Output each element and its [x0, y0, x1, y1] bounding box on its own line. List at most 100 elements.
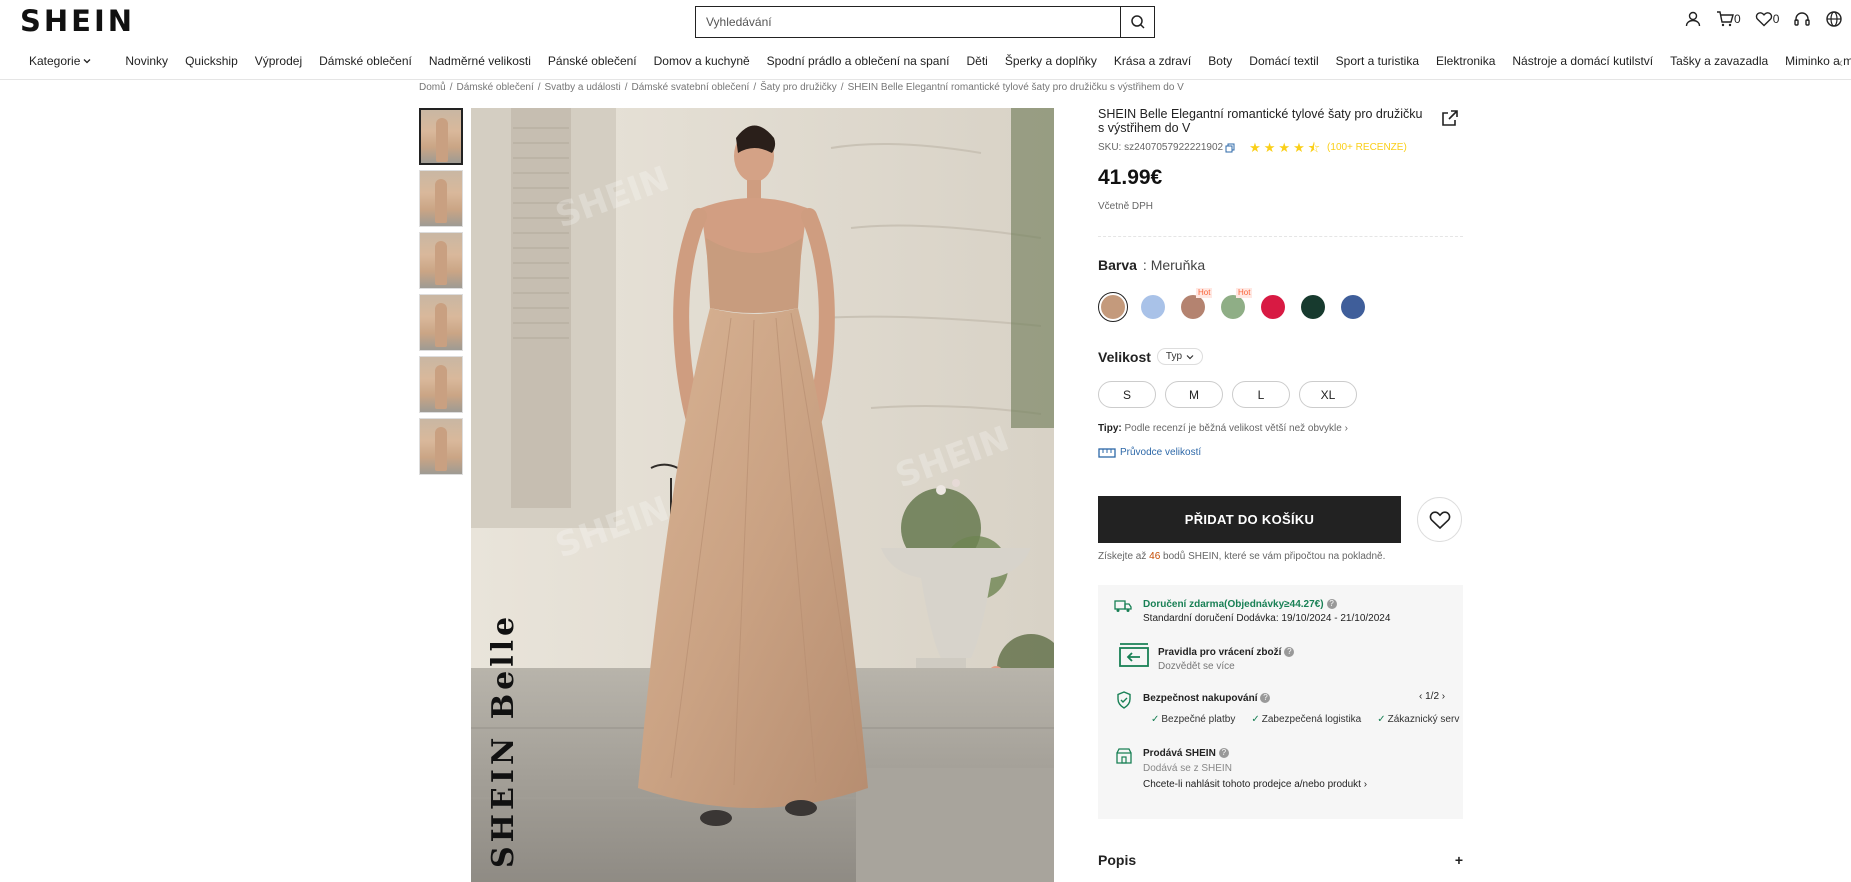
shein-logo[interactable]: SHEIN: [20, 4, 135, 38]
thumbnail[interactable]: [419, 232, 463, 289]
check-icon: ✓: [1151, 714, 1160, 725]
add-to-wishlist-button[interactable]: [1417, 497, 1462, 542]
nav-item[interactable]: Domov a kuchyně: [654, 54, 750, 68]
return-row[interactable]: Pravidla pro vrácení zboží? Dozvědět se …: [1116, 642, 1295, 672]
support-button[interactable]: [1793, 10, 1811, 28]
nav-item[interactable]: Dámské oblečení: [319, 54, 412, 68]
heart-icon: [1755, 12, 1772, 27]
swatch-color: [1141, 295, 1165, 319]
hot-badge: Hot: [1196, 288, 1213, 298]
thumbnail-figure: [436, 118, 448, 162]
main-product-image[interactable]: SHEIN SHEIN SHEIN SHEIN Belle: [471, 108, 1054, 882]
nav-item[interactable]: Pánské oblečení: [548, 54, 637, 68]
breadcrumb-separator: /: [537, 82, 541, 93]
size-guide-link[interactable]: Průvodce velikostí: [1098, 447, 1201, 458]
color-swatch[interactable]: [1138, 292, 1168, 322]
nav-categories[interactable]: Kategorie: [29, 54, 108, 68]
color-swatch[interactable]: [1338, 292, 1368, 322]
chevron-right-icon[interactable]: ›: [1345, 423, 1348, 434]
nav-item[interactable]: Děti: [966, 54, 987, 68]
nav-item[interactable]: Šperky a doplňky: [1005, 54, 1097, 68]
nav-scroll-left-icon[interactable]: ‹: [1838, 54, 1843, 70]
return-sub: Dozvědět se více: [1158, 661, 1235, 672]
breadcrumb-item[interactable]: SHEIN Belle Elegantní romantické tylové …: [848, 82, 1184, 93]
report-seller-link[interactable]: Chcete-li nahlásit tohoto prodejce a/neb…: [1143, 779, 1367, 790]
header-icons: 0 0: [1684, 10, 1851, 28]
nav-item[interactable]: Elektronika: [1436, 54, 1495, 68]
breadcrumb-separator: /: [753, 82, 757, 93]
add-to-cart-button[interactable]: PŘIDAT DO KOŠÍKU: [1098, 496, 1401, 543]
language-button[interactable]: [1825, 10, 1843, 28]
size-option[interactable]: XL: [1299, 381, 1357, 408]
nav-item[interactable]: Novinky: [125, 54, 168, 68]
nav-item[interactable]: Sport a turistika: [1336, 54, 1419, 68]
thumbnail-figure: [435, 303, 447, 347]
breadcrumb-item[interactable]: Dámské oblečení: [456, 82, 533, 93]
wishlist-button[interactable]: 0: [1755, 10, 1779, 28]
heart-icon: [1429, 510, 1450, 529]
nav-item[interactable]: Nadměrné velikosti: [429, 54, 531, 68]
chevron-down-icon: [1186, 354, 1194, 359]
size-option[interactable]: S: [1098, 381, 1156, 408]
thumbnail[interactable]: [419, 170, 463, 227]
expand-icon[interactable]: +: [1455, 852, 1463, 868]
seller-title: Prodává SHEIN: [1143, 748, 1216, 759]
help-icon[interactable]: ?: [1326, 599, 1337, 610]
breadcrumb-item[interactable]: Domů: [419, 82, 446, 93]
nav-items: Kategorie Novinky Quickship Výprodej Dámské …: [29, 54, 1851, 68]
svg-text:SHEIN Belle: SHEIN Belle: [486, 613, 521, 868]
shipping-info-panel: Doručení zdarma(Objednávky≥44.27€)? Stan…: [1098, 585, 1463, 819]
nav-item[interactable]: Výprodej: [255, 54, 302, 68]
share-button[interactable]: [1442, 110, 1458, 131]
search-input[interactable]: [696, 7, 1120, 37]
nav-item[interactable]: Krása a zdraví: [1114, 54, 1191, 68]
description-section[interactable]: Popis +: [1098, 852, 1463, 868]
thumbnail[interactable]: [419, 108, 463, 165]
size-option[interactable]: L: [1232, 381, 1290, 408]
security-item: ✓ Zákaznický serv: [1377, 714, 1463, 725]
help-icon[interactable]: ?: [1260, 693, 1271, 704]
security-item-label: Zákaznický serv: [1387, 714, 1460, 725]
shipping-row[interactable]: Doručení zdarma(Objednávky≥44.27€)? Stan…: [1114, 599, 1390, 624]
help-icon[interactable]: ?: [1218, 748, 1229, 759]
account-button[interactable]: [1684, 10, 1702, 28]
breadcrumb-item[interactable]: Svatby a události: [545, 82, 621, 93]
breadcrumb-item[interactable]: Dámské svatební oblečení: [631, 82, 749, 93]
color-swatch[interactable]: [1298, 292, 1328, 322]
size-label: Velikost: [1098, 348, 1151, 365]
color-swatch[interactable]: [1098, 292, 1128, 322]
color-swatch[interactable]: Hot: [1218, 288, 1253, 322]
thumbnail[interactable]: [419, 418, 463, 475]
security-items: ✓ Bezpečné platby ✓ Zabezpečená logistika ✓ Z…: [1151, 714, 1463, 725]
header: SHEIN 0 0: [0, 0, 1851, 42]
color-swatch[interactable]: [1258, 292, 1288, 322]
security-pager[interactable]: ‹ 1/2 ›: [1419, 691, 1445, 702]
review-count-link[interactable]: (100+ RECENZE): [1327, 142, 1407, 153]
points-post: bodů SHEIN, které se vám připočtou na po…: [1163, 551, 1386, 562]
security-title: Bezpečnost nakupování: [1143, 693, 1258, 704]
size-type-dropdown[interactable]: Typ: [1156, 348, 1204, 365]
thumbnail-figure: [435, 241, 447, 285]
nav-item[interactable]: Nástroje a domácí kutilství: [1512, 54, 1653, 68]
truck-icon: [1114, 600, 1132, 612]
breadcrumb-item[interactable]: Šaty pro družičky: [760, 82, 837, 93]
star-icon: ★: [1249, 140, 1261, 155]
nav-item[interactable]: Domácí textil: [1249, 54, 1318, 68]
color-swatch[interactable]: Hot: [1178, 288, 1213, 322]
size-option[interactable]: M: [1165, 381, 1223, 408]
color-row: Barva: Meruňka: [1098, 257, 1205, 273]
star-icon: ★: [1293, 140, 1305, 155]
cart-button[interactable]: 0: [1716, 10, 1741, 28]
nav-item[interactable]: Quickship: [185, 54, 238, 68]
nav-item[interactable]: Tašky a zavazadla: [1670, 54, 1768, 68]
search-button[interactable]: [1120, 7, 1154, 37]
help-icon[interactable]: ?: [1284, 647, 1295, 658]
nav-item[interactable]: Boty: [1208, 54, 1232, 68]
report-text: Chcete-li nahlásit tohoto prodejce a/neb…: [1143, 779, 1361, 790]
security-item: ✓ Bezpečné platby: [1151, 714, 1243, 725]
nav-item[interactable]: Spodní prádlo a oblečení na spaní: [767, 54, 950, 68]
points-number: 46: [1149, 551, 1161, 562]
thumbnail[interactable]: [419, 356, 463, 413]
size-row: Velikost Typ: [1098, 348, 1204, 365]
thumbnail[interactable]: [419, 294, 463, 351]
